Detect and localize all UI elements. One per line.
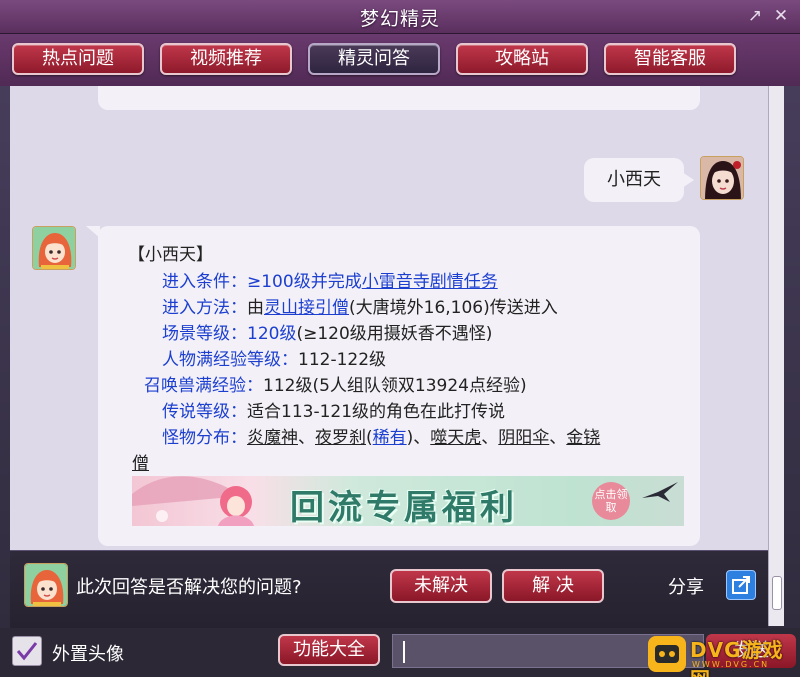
previous-message-bubble xyxy=(98,86,700,110)
monster-jinnaoseng-cont[interactable]: 僧 xyxy=(132,454,149,474)
answer-line-legend-level: 传说等级：适合113-121级的角色在此打传说 xyxy=(162,397,505,422)
answer-line-entry-method: 进入方法：由灵山接引僧(大唐境外16,106)传送进入 xyxy=(162,293,558,318)
banner-title: 回流专属福利 xyxy=(290,488,518,526)
answer-heading: 【小西天】 xyxy=(128,245,213,265)
entry-method-key: 进入方法： xyxy=(162,298,247,318)
external-avatar-label: 外置头像 xyxy=(52,644,124,665)
return-welfare-banner[interactable]: 回流专属福利 点击领取 xyxy=(132,476,684,526)
restore-icon[interactable]: ↗ xyxy=(744,5,766,27)
feedback-panel: 此次回答是否解决您的问题? 未解决 解 决 分享 xyxy=(10,550,768,628)
tab-genie-qa[interactable]: 精灵问答 xyxy=(308,43,440,75)
genie-avatar-small xyxy=(24,563,68,607)
monster-yinyangsan[interactable]: 阴阳伞 xyxy=(498,428,549,448)
genie-avatar xyxy=(32,226,76,270)
share-label[interactable]: 分享 xyxy=(668,573,704,599)
answer-line-scene-level: 场景等级：120级(≥120级用摄妖香不遇怪) xyxy=(162,319,492,344)
banner-character-image xyxy=(132,476,254,526)
user-message-bubble: 小西天 xyxy=(584,158,694,202)
rare-note-open: ( xyxy=(366,428,373,448)
watermark-logo-icon xyxy=(648,636,686,672)
tab-video-recommend[interactable]: 视频推荐 xyxy=(160,43,292,75)
legend-level-key: 传说等级： xyxy=(162,402,247,422)
checkmark-icon xyxy=(16,642,38,661)
answer-line-monsters: 怪物分布：炎魔神、夜罗刹(稀有)、噬天虎、阴阳伞、金铙 xyxy=(162,423,600,448)
resolved-button[interactable]: 解 决 xyxy=(502,569,604,603)
share-icon[interactable] xyxy=(726,570,756,600)
swallow-icon xyxy=(642,482,678,502)
answer-line-entry-condition: 进入条件：≥100级并完成小雷音寺剧情任务 xyxy=(162,267,498,292)
separator: 、 xyxy=(298,428,315,448)
feedback-question: 此次回答是否解决您的问题? xyxy=(76,577,302,598)
window-title: 梦幻精灵 xyxy=(359,8,440,30)
external-avatar-checkbox[interactable] xyxy=(12,636,42,666)
scene-level-key: 场景等级： xyxy=(162,324,247,344)
separator: 、 xyxy=(413,428,431,448)
scrollbar-thumb[interactable] xyxy=(772,576,782,610)
banner-claim-seal[interactable]: 点击领取 xyxy=(592,482,630,520)
scene-level-value: 120级 xyxy=(247,324,297,344)
entry-condition-key: 进入条件： xyxy=(162,272,247,292)
separator: 、 xyxy=(481,428,499,448)
monster-shitianhu[interactable]: 噬天虎 xyxy=(430,428,481,448)
scene-level-note: (≥120级用摄妖香不遇怪) xyxy=(296,324,493,344)
monster-yeluosha[interactable]: 夜罗刹 xyxy=(315,428,366,448)
legend-level-value: 适合113-121级的角色在此打传说 xyxy=(247,402,506,422)
monster-yanmoshen[interactable]: 炎魔神 xyxy=(247,428,298,448)
watermark-text: DVG游戏网 xyxy=(690,638,784,677)
answer-bubble: 【小西天】 进入条件：≥100级并完成小雷音寺剧情任务 进入方法：由灵山接引僧(… xyxy=(86,226,700,546)
answer-line-player-exp: 人物满经验等级：112-122级 xyxy=(162,345,386,370)
watermark-subtext: WWW.DVG.CN xyxy=(692,660,770,669)
xiaoleiyin-quest-link[interactable]: 小雷音寺剧情任务 xyxy=(362,272,498,292)
title-bar: 梦幻精灵 ↗ ✕ xyxy=(0,0,800,34)
lingshan-monk-link[interactable]: 灵山接引僧 xyxy=(264,298,349,318)
tab-guide-site[interactable]: 攻略站 xyxy=(456,43,588,75)
user-avatar xyxy=(700,156,744,200)
function-menu-button[interactable]: 功能大全 xyxy=(278,634,380,666)
monster-jinnaoseng[interactable]: 金铙 xyxy=(566,428,600,448)
close-icon[interactable]: ✕ xyxy=(770,5,792,27)
chat-scrollbar[interactable] xyxy=(768,86,784,626)
player-exp-value: 112-122级 xyxy=(298,350,387,370)
rare-note[interactable]: 稀有 xyxy=(373,428,407,448)
tab-hot-questions[interactable]: 热点问题 xyxy=(12,43,144,75)
separator: 、 xyxy=(549,428,567,448)
entry-condition-value: ≥100级并完成 xyxy=(247,272,362,292)
input-caret xyxy=(403,641,405,663)
answer-line-monsters-cont: 僧 xyxy=(132,449,149,474)
entry-method-post: (大唐境外16,106)传送进入 xyxy=(349,298,558,318)
site-watermark: DVG游戏网 WWW.DVG.CN xyxy=(646,630,800,677)
tab-smart-service[interactable]: 智能客服 xyxy=(604,43,736,75)
genie-window: 梦幻精灵 ↗ ✕ 热点问题 视频推荐 精灵问答 攻略站 智能客服 小西天 【小西… xyxy=(0,0,800,677)
tab-bar: 热点问题 视频推荐 精灵问答 攻略站 智能客服 xyxy=(0,34,800,86)
monsters-key: 怪物分布： xyxy=(162,428,247,448)
pet-exp-key: 召唤兽满经验： xyxy=(144,376,263,396)
entry-method-pre: 由 xyxy=(247,298,264,318)
player-exp-key: 人物满经验等级： xyxy=(162,350,298,370)
pet-exp-value: 112级(5人组队领双13924点经验) xyxy=(263,376,527,396)
chat-area: 小西天 【小西天】 进入条件：≥100级并完成小雷音寺剧情任务 进入方法：由灵山… xyxy=(10,86,768,550)
answer-line-pet-exp: 召唤兽满经验：112级(5人组队领双13924点经验) xyxy=(144,371,527,396)
unresolved-button[interactable]: 未解决 xyxy=(390,569,492,603)
